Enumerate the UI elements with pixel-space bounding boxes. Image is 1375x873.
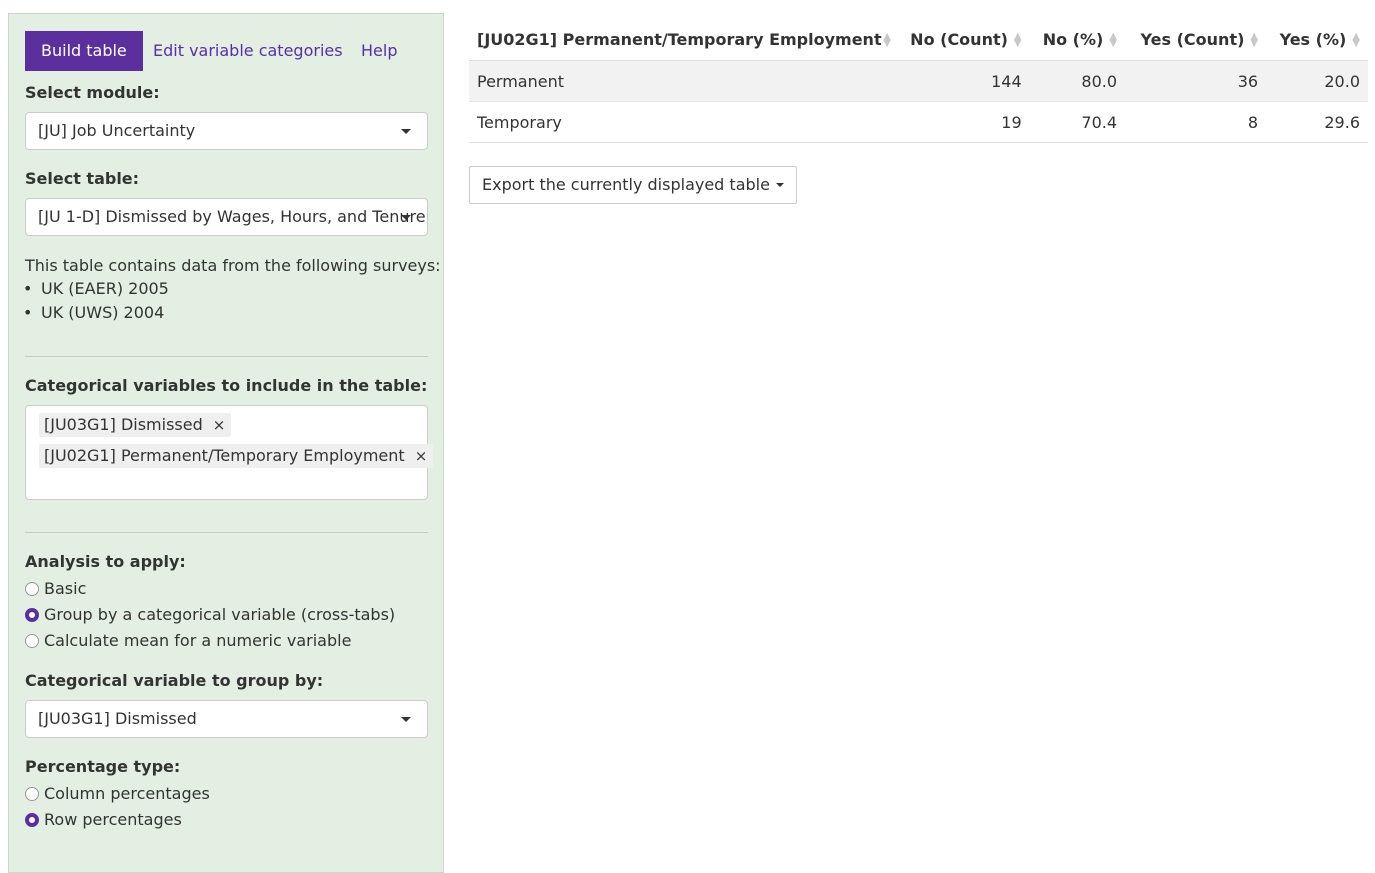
analysis-option-mean[interactable]: Calculate mean for a numeric variable bbox=[25, 631, 351, 651]
remove-chip-icon[interactable]: × bbox=[415, 447, 428, 465]
table-select-value: [JU 1-D] Dismissed by Wages, Hours, and … bbox=[38, 207, 426, 226]
percentage-option-column[interactable]: Column percentages bbox=[25, 784, 210, 804]
table-row: Temporary 19 70.4 8 29.6 bbox=[469, 101, 1368, 143]
column-header-label: Yes (Count) bbox=[1140, 29, 1245, 49]
column-header-employment[interactable]: [JU02G1] Permanent/Temporary Employment … bbox=[469, 18, 895, 61]
export-table-button[interactable]: Export the currently displayed table bbox=[469, 166, 797, 204]
table-row: Permanent 144 80.0 36 20.0 bbox=[469, 60, 1368, 102]
sort-icon: ▲ ▼ bbox=[1352, 31, 1360, 49]
analysis-option-cross-tabs[interactable]: Group by a categorical variable (cross-t… bbox=[25, 605, 395, 625]
select-table-label: Select table: bbox=[25, 169, 140, 188]
percentage-option-row[interactable]: Row percentages bbox=[25, 810, 182, 830]
radio-icon bbox=[25, 787, 39, 801]
chevron-down-icon bbox=[401, 215, 411, 220]
group-by-label: Categorical variable to group by: bbox=[25, 671, 324, 690]
column-header-no-percent[interactable]: No (%) ▲ ▼ bbox=[1029, 18, 1126, 61]
table-cell: 29.6 bbox=[1266, 101, 1368, 143]
table-cell: 36 bbox=[1125, 60, 1267, 102]
radio-label: Column percentages bbox=[44, 784, 210, 803]
categorical-variables-multiselect[interactable]: [JU03G1] Dismissed × [JU02G1] Permanent/T… bbox=[25, 405, 434, 500]
survey-item: UK (EAER) 2005 bbox=[23, 279, 169, 298]
column-header-yes-percent[interactable]: Yes (%) ▲ ▼ bbox=[1266, 18, 1368, 61]
column-header-yes-count[interactable]: Yes (Count) ▲ ▼ bbox=[1125, 18, 1267, 61]
surveys-intro: This table contains data from the follow… bbox=[25, 256, 441, 275]
chevron-down-icon bbox=[775, 183, 784, 187]
survey-item: UK (UWS) 2004 bbox=[23, 303, 164, 322]
column-header-label: No (%) bbox=[1042, 29, 1104, 49]
table-cell: 144 bbox=[895, 60, 1030, 102]
column-header-no-count[interactable]: No (Count) ▲ ▼ bbox=[895, 18, 1030, 61]
sort-icon: ▲ ▼ bbox=[1013, 31, 1022, 49]
table-cell: 80.0 bbox=[1029, 60, 1126, 102]
select-module-label: Select module: bbox=[25, 83, 160, 102]
table-cell: 20.0 bbox=[1266, 60, 1368, 102]
remove-chip-icon[interactable]: × bbox=[213, 416, 226, 434]
table-cell: 19 bbox=[895, 101, 1030, 143]
radio-icon bbox=[25, 634, 39, 648]
divider bbox=[25, 356, 428, 357]
column-header-label: [JU02G1] Permanent/Temporary Employment bbox=[477, 29, 882, 49]
table-select[interactable]: [JU 1-D] Dismissed by Wages, Hours, and … bbox=[25, 198, 428, 236]
sort-icon: ▲ ▼ bbox=[1250, 31, 1259, 49]
analysis-label: Analysis to apply: bbox=[25, 552, 186, 571]
tab-build-table[interactable]: Build table bbox=[25, 31, 143, 71]
sort-icon: ▲ ▼ bbox=[883, 31, 891, 49]
column-header-label: Yes (%) bbox=[1279, 29, 1347, 49]
column-header-label: No (Count) bbox=[910, 29, 1008, 49]
tab-help[interactable]: Help bbox=[361, 31, 397, 71]
module-select-value: [JU] Job Uncertainty bbox=[38, 121, 196, 140]
radio-selected-icon bbox=[25, 813, 39, 827]
export-button-label: Export the currently displayed table bbox=[482, 175, 770, 194]
radio-icon bbox=[25, 582, 39, 596]
group-by-select-value: [JU03G1] Dismissed bbox=[38, 709, 197, 728]
categorical-variables-label: Categorical variables to include in the … bbox=[25, 376, 428, 395]
variable-chip: [JU02G1] Permanent/Temporary Employment × bbox=[39, 444, 434, 468]
divider bbox=[25, 532, 428, 533]
tab-edit-variable-categories[interactable]: Edit variable categories bbox=[153, 31, 343, 71]
radio-label: Basic bbox=[44, 579, 87, 598]
variable-chip: [JU03G1] Dismissed × bbox=[39, 413, 232, 437]
table-header-row: [JU02G1] Permanent/Temporary Employment … bbox=[469, 18, 1368, 61]
variable-chip-label: [JU02G1] Permanent/Temporary Employment bbox=[44, 446, 405, 465]
radio-label: Row percentages bbox=[44, 810, 182, 829]
module-select[interactable]: [JU] Job Uncertainty bbox=[25, 112, 428, 150]
table-cell: 8 bbox=[1125, 101, 1267, 143]
sort-icon: ▲ ▼ bbox=[1109, 31, 1118, 49]
results-table: [JU02G1] Permanent/Temporary Employment … bbox=[469, 18, 1368, 143]
sidebar-panel: Build table Edit variable categories Hel… bbox=[8, 13, 444, 873]
radio-label: Group by a categorical variable (cross-t… bbox=[44, 605, 396, 624]
analysis-option-basic[interactable]: Basic bbox=[25, 579, 86, 599]
radio-selected-icon bbox=[25, 608, 39, 622]
group-by-select[interactable]: [JU03G1] Dismissed bbox=[25, 700, 428, 738]
radio-label: Calculate mean for a numeric variable bbox=[44, 631, 352, 650]
table-cell: Permanent bbox=[469, 60, 895, 102]
table-cell: Temporary bbox=[469, 101, 895, 143]
table-cell: 70.4 bbox=[1029, 101, 1126, 143]
results-panel: [JU02G1] Permanent/Temporary Employment … bbox=[469, 18, 1368, 204]
percentage-type-label: Percentage type: bbox=[25, 757, 181, 776]
variable-chip-label: [JU03G1] Dismissed bbox=[44, 415, 203, 434]
chevron-down-icon bbox=[401, 129, 411, 134]
chevron-down-icon bbox=[401, 717, 411, 722]
